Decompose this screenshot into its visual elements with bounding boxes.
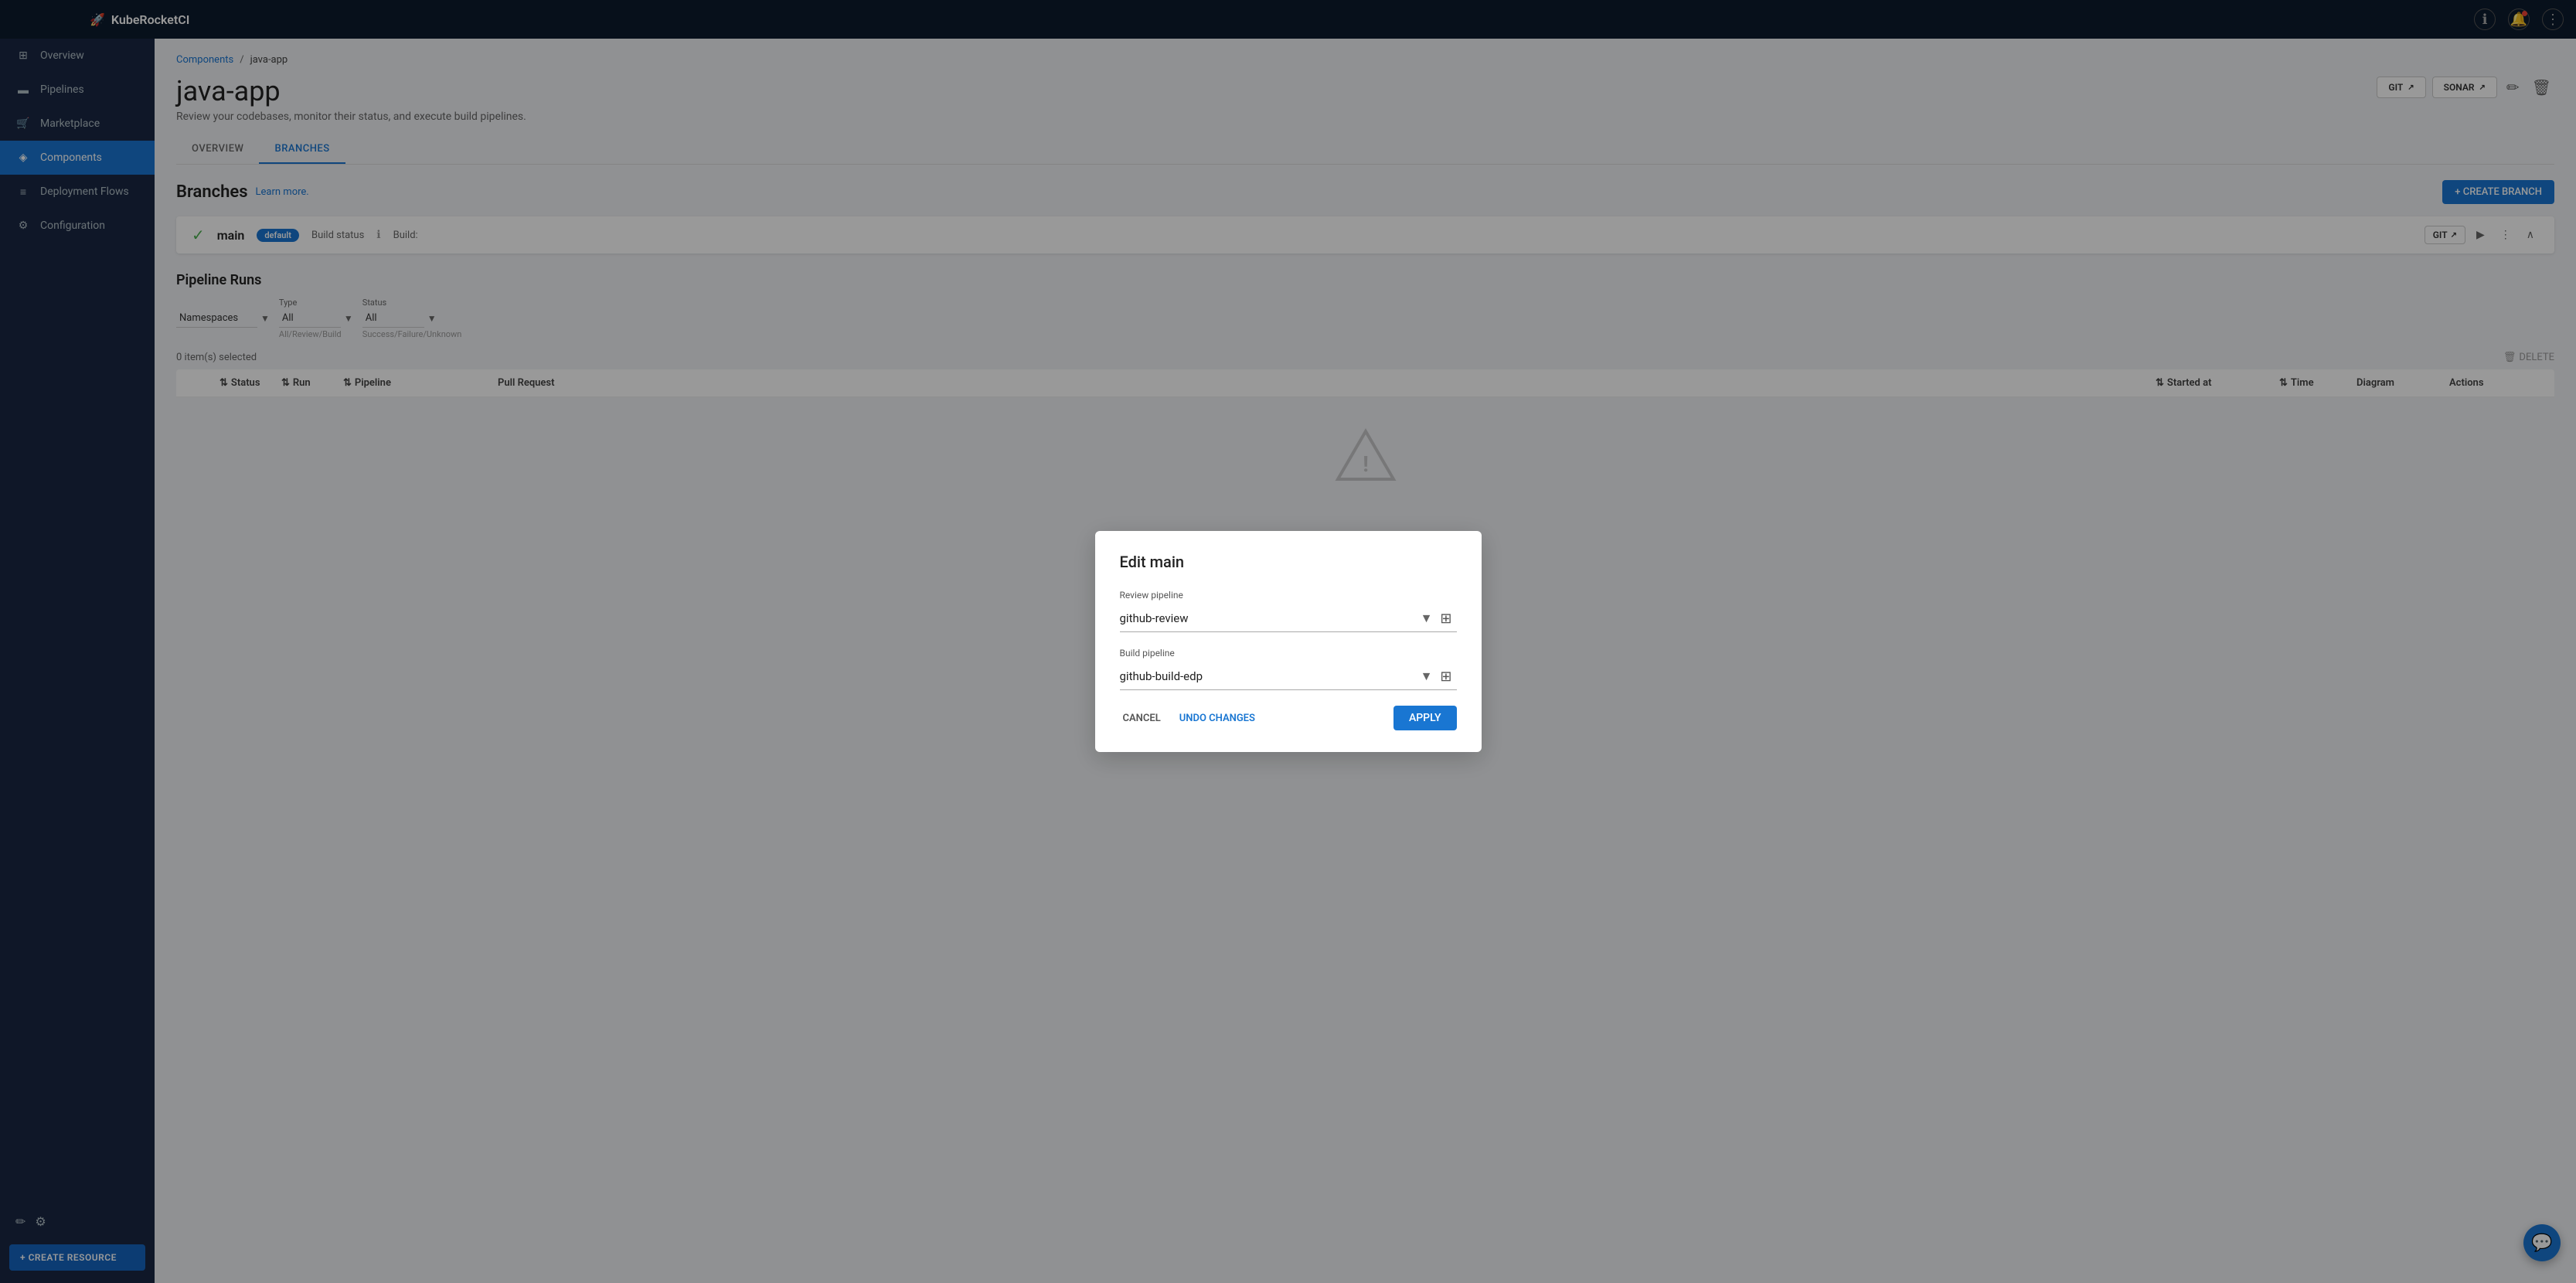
build-pipeline-select-wrapper: github-build-edp ▼ ⊞	[1120, 663, 1457, 690]
review-pipeline-select[interactable]: github-review	[1120, 605, 1417, 631]
undo-changes-button[interactable]: UNDO CHANGES	[1170, 706, 1264, 730]
review-pipeline-field: Review pipeline github-review ▼ ⊞	[1120, 590, 1457, 632]
build-pipeline-grid-icon[interactable]: ⊞	[1435, 669, 1456, 685]
cancel-button[interactable]: CANCEL	[1120, 706, 1164, 730]
review-pipeline-select-wrapper: github-review ▼ ⊞	[1120, 605, 1457, 632]
review-pipeline-label: Review pipeline	[1120, 590, 1457, 601]
build-pipeline-select[interactable]: github-build-edp	[1120, 663, 1417, 689]
build-pipeline-label: Build pipeline	[1120, 648, 1457, 659]
build-pipeline-dropdown-icon[interactable]: ▼	[1417, 669, 1436, 684]
edit-branch-modal: Edit main Review pipeline github-review …	[1095, 531, 1482, 752]
build-pipeline-field: Build pipeline github-build-edp ▼ ⊞	[1120, 648, 1457, 690]
modal-actions: CANCEL UNDO CHANGES APPLY	[1120, 706, 1457, 730]
review-pipeline-grid-icon[interactable]: ⊞	[1435, 611, 1456, 627]
modal-overlay[interactable]: Edit main Review pipeline github-review …	[0, 0, 2576, 1283]
modal-title: Edit main	[1120, 553, 1457, 571]
apply-button[interactable]: APPLY	[1393, 706, 1457, 730]
review-pipeline-dropdown-icon[interactable]: ▼	[1417, 611, 1436, 626]
